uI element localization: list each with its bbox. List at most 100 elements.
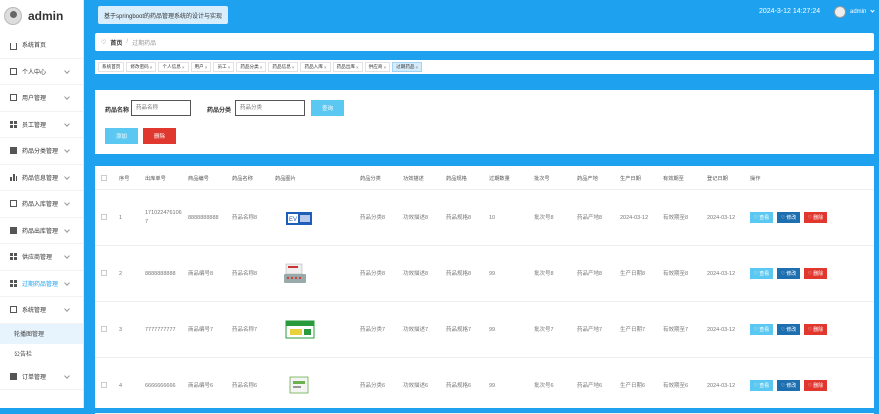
- sidebar-item-9[interactable]: 过期药品管理: [0, 271, 83, 297]
- cell-reg-date: 2024-03-12: [707, 271, 736, 277]
- user-card-icon: [10, 67, 17, 75]
- sidebar-item-10[interactable]: 系统管理: [0, 297, 83, 324]
- cell-name: 药品名称8: [232, 215, 258, 221]
- column-header: 操作: [750, 176, 761, 182]
- cell-index: 3: [119, 327, 123, 333]
- eye-icon: ♡: [753, 270, 759, 277]
- delete-button[interactable]: 删除: [143, 128, 176, 144]
- sidebar-item-label: 药品分类管理: [22, 149, 59, 156]
- sidebar-item-2[interactable]: 用户管理: [0, 85, 83, 112]
- shield-icon: [10, 372, 17, 380]
- edit-row-button[interactable]: ♡ 修改: [777, 212, 800, 223]
- sidebar-item-1[interactable]: 个人中心: [0, 59, 83, 85]
- breadcrumb-home[interactable]: 首页: [110, 38, 122, 47]
- close-icon[interactable]: ×: [260, 65, 263, 70]
- view-row-button[interactable]: ♡ 查看: [750, 268, 773, 279]
- column-header: 批次号: [534, 176, 550, 182]
- tab-tag-5[interactable]: 药品分类 ×: [236, 62, 267, 72]
- tag-label: 个人信息: [162, 64, 181, 69]
- delete-row-button[interactable]: ♡ 删除: [804, 212, 827, 223]
- column-header: 药品名称: [232, 176, 253, 182]
- inbound-icon: [10, 200, 17, 208]
- edit-row-button[interactable]: ♡ 修改: [777, 268, 800, 279]
- admin-avatar: [4, 7, 22, 25]
- close-icon[interactable]: ×: [356, 65, 359, 70]
- action-label: 删除: [813, 327, 824, 333]
- category-search-input[interactable]: [235, 100, 305, 116]
- close-icon[interactable]: ×: [416, 65, 419, 70]
- sidebar-item-3[interactable]: 员工管理: [0, 112, 83, 138]
- close-icon[interactable]: ×: [150, 65, 153, 70]
- delete-row-button[interactable]: ♡ 删除: [804, 380, 827, 391]
- delete-row-button[interactable]: ♡ 删除: [804, 324, 827, 335]
- close-icon[interactable]: ×: [228, 65, 231, 70]
- tab-tag-6[interactable]: 药品信息 ×: [268, 62, 299, 72]
- view-row-button[interactable]: ♡ 查看: [750, 324, 773, 335]
- home-icon: [10, 43, 17, 51]
- drug-image: EV: [282, 206, 317, 229]
- column-header: 药品图片: [275, 176, 296, 182]
- search-button[interactable]: 查询: [311, 100, 344, 116]
- row-checkbox[interactable]: [101, 326, 107, 332]
- tab-tag-4[interactable]: 员工 ×: [213, 62, 235, 72]
- sidebar-item-orders[interactable]: 订单管理: [0, 364, 83, 390]
- cell-prod-date: 生产日期8: [620, 271, 646, 277]
- tab-tag-7[interactable]: 药品入库 ×: [300, 62, 331, 72]
- top-bar: 基于springboot的药品管理系统的设计与实现 2024-3-12 14:2…: [84, 0, 879, 30]
- edit-row-button[interactable]: ♡ 修改: [777, 324, 800, 335]
- tab-tag-8[interactable]: 药品出库 ×: [332, 62, 363, 72]
- table-row: 2 8888888888 商品编号8 药品名称8 药品分类8 功效描述8 药品规格8 99 批次…: [95, 246, 874, 302]
- edit-row-button[interactable]: ♡ 修改: [777, 380, 800, 391]
- close-icon[interactable]: ×: [182, 65, 185, 70]
- chevron-down-icon[interactable]: [870, 8, 875, 13]
- brand: admin: [0, 0, 83, 32]
- sidebar-item-8[interactable]: 供应商管理: [0, 244, 83, 271]
- row-checkbox[interactable]: [101, 270, 107, 276]
- close-icon[interactable]: ×: [292, 65, 295, 70]
- cell-category: 药品分类7: [360, 327, 386, 333]
- sidebar-item-4[interactable]: 药品分类管理: [0, 138, 83, 165]
- close-icon[interactable]: ×: [205, 65, 208, 70]
- user-name[interactable]: admin: [850, 9, 866, 15]
- sidebar-subitem-1[interactable]: 公告栏: [0, 343, 83, 364]
- cell-product-no: 8888888888: [188, 215, 219, 221]
- sidebar-item-7[interactable]: 药品出库管理: [0, 218, 83, 244]
- add-button[interactable]: 添加: [105, 128, 138, 144]
- tab-tag-0[interactable]: 系统首页: [98, 62, 125, 72]
- close-icon[interactable]: ×: [383, 65, 386, 70]
- tab-tag-3[interactable]: 用户 ×: [190, 62, 212, 72]
- delete-row-button[interactable]: ♡ 删除: [804, 268, 827, 279]
- row-checkbox[interactable]: [101, 382, 107, 388]
- cell-spec: 药品规格8: [446, 215, 472, 221]
- chevron-down-icon: [64, 372, 70, 379]
- column-header: 有效期至: [663, 176, 684, 182]
- close-icon[interactable]: ×: [324, 65, 327, 70]
- tab-tag-2[interactable]: 个人信息 ×: [158, 62, 189, 72]
- action-label: 删除: [813, 271, 824, 277]
- tab-tag-9[interactable]: 供应商 ×: [364, 62, 391, 72]
- view-row-button[interactable]: ♡ 查看: [750, 380, 773, 391]
- name-search-input[interactable]: [131, 100, 191, 116]
- cell-index: 2: [119, 271, 123, 277]
- tag-label: 药品入库: [304, 64, 323, 69]
- table-row: 3 7777777777 商品编号7 药品名称7 药品分类7 功效描述7 药品规格7 99 批次…: [95, 302, 874, 358]
- drug-image: [282, 374, 317, 397]
- sidebar-item-0[interactable]: 系统首页: [0, 32, 83, 59]
- cell-effect: 功效描述8: [403, 271, 429, 277]
- grid-icon: [10, 253, 17, 261]
- column-header: 商品编号: [188, 176, 209, 182]
- sidebar-item-6[interactable]: 药品入库管理: [0, 191, 83, 218]
- settings-icon: [10, 306, 17, 314]
- name-label: 药品名称: [105, 108, 130, 114]
- view-row-button[interactable]: ♡ 查看: [750, 212, 773, 223]
- tab-tag-10[interactable]: 过期药品 ×: [392, 62, 423, 72]
- row-checkbox[interactable]: [101, 214, 107, 220]
- select-all-checkbox[interactable]: [101, 175, 107, 181]
- sidebar-subitem-0[interactable]: 轮播图管理: [0, 323, 83, 344]
- sidebar-item-5[interactable]: 药品信息管理: [0, 165, 83, 191]
- cell-origin: 药品产地8: [577, 215, 603, 221]
- tab-tag-1[interactable]: 修改密码 ×: [126, 62, 157, 72]
- cell-qty: 10: [489, 215, 496, 221]
- table-panel: 序号 出库单号 商品编号 药品名称 药品图片 药品分类 功效描述 药品规格 过期数量 批次号 药品产…: [95, 166, 874, 414]
- user-avatar[interactable]: [834, 6, 846, 18]
